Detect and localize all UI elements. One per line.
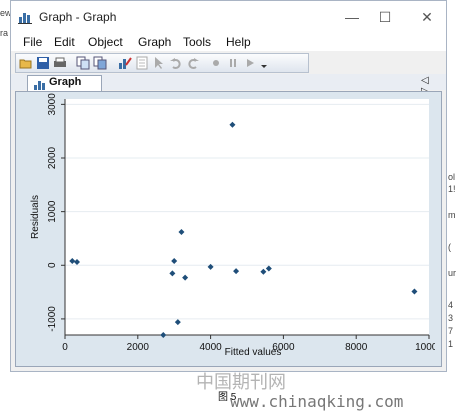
pointer-icon[interactable] [152,56,166,70]
y-tick-label: 2000 [47,146,58,169]
right-fragment-5: ur [448,268,457,278]
x-tick-label: 10000 [415,342,435,353]
x-axis-label: Fitted values [225,347,282,358]
undo-icon[interactable] [169,56,183,70]
right-fragment-2: 1! [448,184,456,194]
left-fragment-2: ra [0,28,9,38]
residual-scatter-plot: 3000200010000-1000 0 2000 4000 6000 8000 1000… [25,93,435,363]
save-icon[interactable] [36,56,50,70]
dropdown-icon[interactable] [260,56,268,70]
menu-file[interactable]: File [23,35,42,49]
graph-app-icon [18,13,32,24]
x-tick-label: 4000 [199,342,222,353]
y-tick-label: -1000 [47,306,58,332]
y-tick-label: 0 [47,262,58,268]
menu-edit[interactable]: Edit [54,35,75,49]
x-tick-label: 2000 [127,342,150,353]
menu-bar: File Edit Object Graph Tools Help [11,33,446,51]
x-tick-label: 8000 [345,342,368,353]
right-fragment-3: m [448,210,456,220]
right-fragment-8: 7 [448,326,454,336]
watermark-url: www.chinaqking.com [230,392,404,411]
title-bar[interactable]: Graph - Graph — ☐ ✕ [11,1,446,33]
right-fragment-6: 4 [448,300,454,310]
graph-editor-icon[interactable] [118,56,132,70]
open-icon[interactable] [19,56,33,70]
right-fragment-9: 1 [448,339,454,349]
properties-icon[interactable] [135,56,149,70]
toolbar [15,53,309,73]
minimize-button[interactable]: — [340,6,364,28]
x-tick-label: 0 [62,342,68,353]
menu-tools[interactable]: Tools [183,35,211,49]
menu-object[interactable]: Object [88,35,123,49]
pause-icon[interactable] [226,56,240,70]
play-icon[interactable] [243,56,257,70]
close-button[interactable]: ✕ [415,6,439,28]
right-fragment-4: ( [448,242,451,252]
y-tick-label: 1000 [47,200,58,223]
print-icon[interactable] [53,56,67,70]
right-fragment-7: 3 [448,313,454,323]
maximize-button[interactable]: ☐ [373,6,397,28]
copy-icon[interactable] [76,56,90,70]
right-fragment-1: ol [448,172,456,182]
y-tick-label: 3000 [47,93,58,115]
redo-icon[interactable] [186,56,200,70]
record-icon[interactable] [209,56,223,70]
watermark-cn: 中国期刊网 [196,372,286,393]
plot-area [65,99,429,335]
y-axis-label: Residuals [30,195,41,239]
tab-graph-label: Graph [49,76,82,88]
window-title: Graph - Graph [39,10,117,24]
graph-tab-icon [34,81,45,90]
menu-help[interactable]: Help [226,35,251,49]
graph-window: Graph - Graph — ☐ ✕ File Edit Object Gra… [10,0,447,372]
copy-special-icon[interactable] [93,56,107,70]
menu-graph[interactable]: Graph [138,35,171,49]
